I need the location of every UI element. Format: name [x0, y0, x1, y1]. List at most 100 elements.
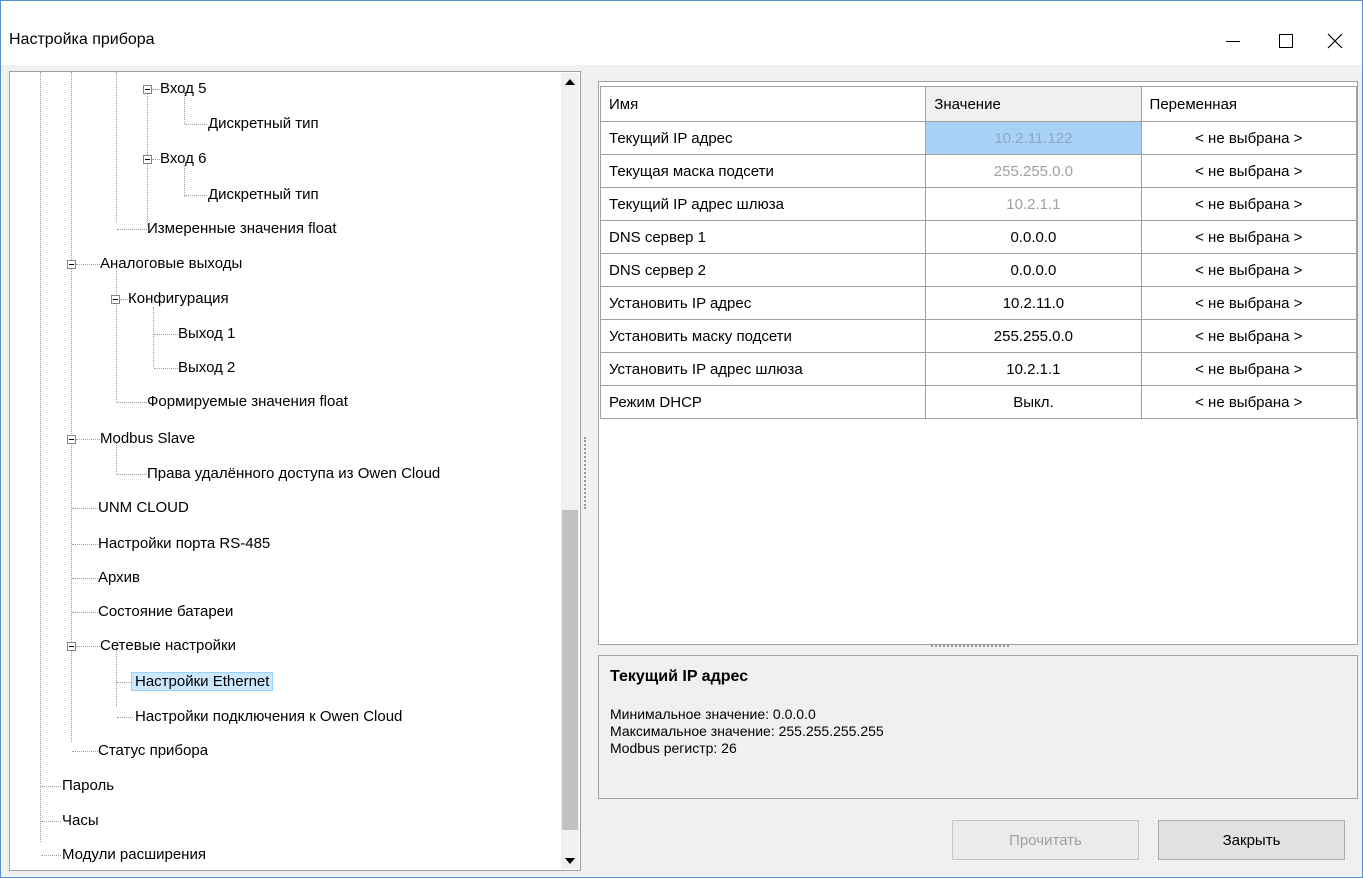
- tree-line: [116, 72, 117, 222]
- tree-item-device-status[interactable]: Статус прибора: [94, 739, 212, 763]
- table-row[interactable]: Установить IP адрес 10.2.11.0 < не выбра…: [599, 286, 1358, 320]
- param-name: Режим DHCP: [599, 385, 927, 419]
- tree-item-label: Часы: [62, 812, 99, 829]
- close-window-button[interactable]: [1312, 15, 1358, 61]
- param-variable[interactable]: < не выбрана >: [1140, 187, 1358, 221]
- minimize-button[interactable]: [1210, 15, 1256, 61]
- tree-item-label: Состояние батареи: [98, 603, 234, 620]
- collapse-toggle[interactable]: [67, 260, 76, 269]
- tree-item-configuration[interactable]: Конфигурация: [124, 287, 233, 311]
- param-variable[interactable]: < не выбрана >: [1140, 121, 1358, 155]
- param-variable[interactable]: < не выбрана >: [1140, 154, 1358, 188]
- scroll-thumb[interactable]: [562, 510, 578, 830]
- scroll-down-button[interactable]: [561, 852, 579, 869]
- column-header-name[interactable]: Имя: [599, 86, 927, 122]
- read-button[interactable]: Прочитать: [952, 820, 1139, 860]
- param-value[interactable]: 10.2.1.1: [925, 187, 1142, 221]
- tree-item-archive[interactable]: Архив: [94, 566, 144, 590]
- tree-item-label: Настройки подключения к Owen Cloud: [135, 708, 403, 725]
- tree-item-ethernet-settings[interactable]: Настройки Ethernet: [131, 670, 274, 694]
- param-value[interactable]: 10.2.11.0: [925, 286, 1142, 320]
- param-name: Установить IP адрес шлюза: [599, 352, 927, 386]
- tree-item-remote-access-rights[interactable]: Права удалённого доступа из Owen Cloud: [143, 462, 444, 486]
- param-variable[interactable]: < не выбрана >: [1140, 385, 1358, 419]
- close-button[interactable]: Закрыть: [1158, 820, 1345, 860]
- table-row[interactable]: DNS сервер 2 0.0.0.0 < не выбрана >: [599, 253, 1358, 287]
- collapse-toggle[interactable]: [143, 85, 152, 94]
- param-variable[interactable]: < не выбрана >: [1140, 319, 1358, 353]
- tree-scrollbar[interactable]: [561, 73, 579, 869]
- collapse-toggle[interactable]: [67, 435, 76, 444]
- table-row[interactable]: Установить маску подсети 255.255.0.0 < н…: [599, 319, 1358, 353]
- tree-item-label: Настройки Ethernet: [131, 672, 274, 691]
- tree-item-output-2[interactable]: Выход 2: [174, 356, 239, 380]
- tree-item-input-6[interactable]: Вход 6: [156, 147, 210, 171]
- table-row[interactable]: DNS сервер 1 0.0.0.0 < не выбрана >: [599, 220, 1358, 254]
- param-variable[interactable]: < не выбрана >: [1140, 220, 1358, 254]
- param-variable[interactable]: < не выбрана >: [1140, 286, 1358, 320]
- device-tree[interactable]: Вход 5 Дискретный тип Вход 6 Дискретный …: [9, 71, 581, 871]
- tree-item-generated-float[interactable]: Формируемые значения float: [143, 390, 352, 414]
- tree-item-clock[interactable]: Часы: [58, 809, 103, 833]
- table-header-row: Имя Значение Переменная: [599, 86, 1358, 122]
- scroll-up-button[interactable]: [561, 73, 579, 90]
- tree-item-label: Формируемые значения float: [147, 393, 348, 410]
- tree-item-output-1[interactable]: Выход 1: [174, 322, 239, 346]
- collapse-toggle[interactable]: [111, 295, 120, 304]
- table-row[interactable]: Установить IP адрес шлюза 10.2.1.1 < не …: [599, 352, 1358, 386]
- parameters-grid[interactable]: Имя Значение Переменная Текущий IP адрес…: [598, 81, 1358, 645]
- param-value[interactable]: 255.255.0.0: [925, 319, 1142, 353]
- column-header-value[interactable]: Значение: [925, 86, 1142, 122]
- tree-item-battery-state[interactable]: Состояние батареи: [94, 600, 237, 624]
- tree-item-label: Настройки порта RS-485: [98, 535, 271, 552]
- table-row[interactable]: Режим DHCP Выкл. < не выбрана >: [599, 385, 1358, 419]
- description-title: Текущий IP адрес: [610, 668, 749, 685]
- param-name: DNS сервер 1: [599, 220, 927, 254]
- param-value[interactable]: 10.2.1.1: [925, 352, 1142, 386]
- tree-item-label: Модули расширения: [62, 846, 206, 863]
- collapse-toggle[interactable]: [143, 155, 152, 164]
- param-name: DNS сервер 2: [599, 253, 927, 287]
- param-name: Текущая маска подсети: [599, 154, 927, 188]
- column-header-variable[interactable]: Переменная: [1140, 86, 1358, 122]
- tree-item-label: UNM CLOUD: [98, 499, 189, 516]
- param-variable[interactable]: < не выбрана >: [1140, 253, 1358, 287]
- param-name: Текущий IP адрес шлюза: [599, 187, 927, 221]
- tree-item-unm-cloud[interactable]: UNM CLOUD: [94, 496, 193, 520]
- close-icon: [1327, 33, 1343, 49]
- table-row[interactable]: Текущий IP адрес шлюза 10.2.1.1 < не выб…: [599, 187, 1358, 221]
- tree-item-expansion-modules[interactable]: Модули расширения: [58, 843, 210, 867]
- param-name: Установить маску подсети: [599, 319, 927, 353]
- tree-item-owen-cloud-connection[interactable]: Настройки подключения к Owen Cloud: [131, 705, 406, 729]
- parameters-table: Имя Значение Переменная Текущий IP адрес…: [599, 86, 1358, 419]
- horizontal-splitter[interactable]: [931, 645, 1009, 647]
- tree-item-measured-float[interactable]: Измеренные значения float: [143, 217, 341, 241]
- collapse-toggle[interactable]: [67, 642, 76, 651]
- window-title: Настройка прибора: [9, 31, 155, 48]
- table-row[interactable]: Текущая маска подсети 255.255.0.0 < не в…: [599, 154, 1358, 188]
- settings-window: Настройка прибора Вход 5 Дискретный тип …: [0, 0, 1363, 878]
- param-value[interactable]: Выкл.: [925, 385, 1142, 419]
- tree-item-password[interactable]: Пароль: [58, 774, 118, 798]
- param-variable[interactable]: < не выбрана >: [1140, 352, 1358, 386]
- tree-item-analog-outputs[interactable]: Аналоговые выходы: [96, 252, 246, 276]
- tree-item-modbus-slave[interactable]: Modbus Slave: [96, 427, 199, 451]
- maximize-button[interactable]: [1263, 15, 1309, 61]
- tree-item-discrete-type[interactable]: Дискретный тип: [204, 112, 323, 136]
- param-value[interactable]: 0.0.0.0: [925, 253, 1142, 287]
- param-name: Текущий IP адрес: [599, 121, 927, 155]
- tree-item-label: Выход 1: [178, 325, 236, 342]
- param-value[interactable]: 10.2.11.122: [925, 121, 1142, 155]
- tree-item-label: Дискретный тип: [208, 186, 319, 203]
- param-value[interactable]: 0.0.0.0: [925, 220, 1142, 254]
- tree-item-input-5[interactable]: Вход 5: [156, 77, 210, 101]
- vertical-splitter[interactable]: [584, 437, 588, 509]
- tree-item-rs485-port[interactable]: Настройки порта RS-485: [94, 532, 274, 556]
- title-bar[interactable]: Настройка прибора: [1, 1, 1362, 65]
- tree-item-discrete-type[interactable]: Дискретный тип: [204, 183, 323, 207]
- tree-item-network-settings[interactable]: Сетевые настройки: [96, 634, 240, 658]
- table-row[interactable]: Текущий IP адрес 10.2.11.122 < не выбран…: [599, 121, 1358, 155]
- param-value[interactable]: 255.255.0.0: [925, 154, 1142, 188]
- tree-item-label: Сетевые настройки: [100, 637, 236, 654]
- param-name: Установить IP адрес: [599, 286, 927, 320]
